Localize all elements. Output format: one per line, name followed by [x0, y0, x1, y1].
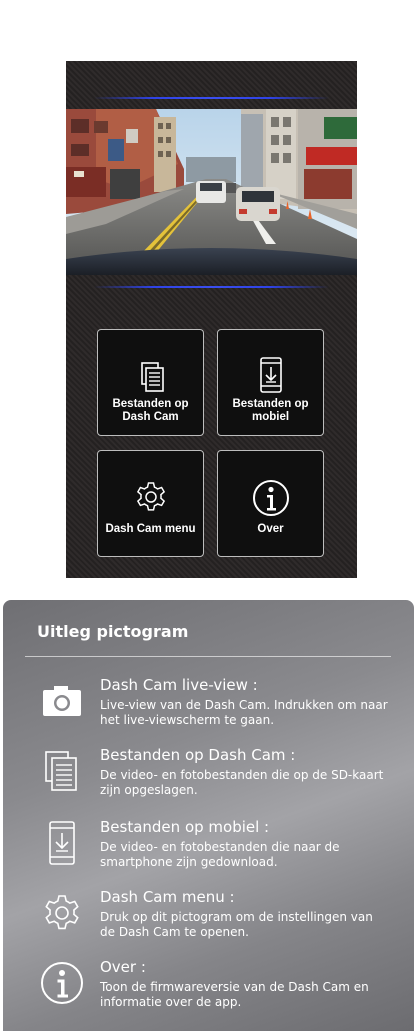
app-screen: Bestanden op Dash Cam Bestanden op mobie… — [66, 61, 357, 578]
about-label: Over — [257, 523, 284, 535]
info-icon — [41, 962, 83, 1004]
files-icon — [45, 751, 77, 791]
info-icon — [252, 480, 289, 516]
legend-item-files-mobile: Bestanden op mobiel : De video- en fotob… — [3, 818, 414, 884]
phone-download-icon — [49, 821, 75, 865]
dash-cam-menu-label: Dash Cam menu — [105, 523, 196, 535]
accent-line-bottom — [94, 286, 329, 288]
accent-line-top — [94, 97, 329, 99]
legend-heading: Bestanden op Dash Cam : — [100, 746, 296, 764]
files-on-mobile-button[interactable]: Bestanden op mobiel — [217, 329, 324, 436]
gear-icon — [45, 895, 79, 930]
legend-item-menu: Dash Cam menu : Druk op dit pictogram om… — [3, 888, 414, 954]
legend-item-about: Over : Toon de firmwareversie van de Das… — [3, 958, 414, 1024]
dash-cam-menu-button[interactable]: Dash Cam menu — [97, 450, 204, 557]
icon-legend-panel: Uitleg pictogram Dash Cam live-view : Li… — [3, 600, 414, 1031]
legend-description: Live-view van de Dash Cam. Indrukken om … — [100, 698, 388, 727]
dash-cam-live-view-image[interactable] — [66, 109, 357, 275]
legend-heading: Dash Cam menu : — [100, 888, 235, 906]
camera-icon — [43, 686, 81, 716]
legend-title: Uitleg pictogram — [37, 622, 189, 641]
about-button[interactable]: Over — [217, 450, 324, 557]
gear-icon — [136, 482, 165, 511]
legend-heading: Over : — [100, 958, 146, 976]
legend-divider — [25, 656, 391, 657]
legend-description: De video- en fotobestanden die op de SD-… — [100, 768, 384, 797]
legend-description: Druk op dit pictogram om de instellingen… — [100, 910, 373, 939]
legend-description: Toon de firmwareversie van de Dash Cam e… — [100, 980, 369, 1009]
legend-item-live-view: Dash Cam live-view : Live-view van de Da… — [3, 676, 414, 742]
legend-heading: Bestanden op mobiel : — [100, 818, 270, 836]
files-on-mobile-label: Bestanden op mobiel — [232, 398, 309, 423]
phone-download-icon — [259, 357, 282, 393]
files-icon — [140, 362, 164, 392]
legend-description: De video- en fotobestanden die naar de s… — [100, 840, 340, 869]
legend-heading: Dash Cam live-view : — [100, 676, 258, 694]
files-on-dash-cam-label: Bestanden op Dash Cam — [112, 398, 189, 423]
files-on-dash-cam-button[interactable]: Bestanden op Dash Cam — [97, 329, 204, 436]
legend-item-files-dash-cam: Bestanden op Dash Cam : De video- en fot… — [3, 746, 414, 812]
